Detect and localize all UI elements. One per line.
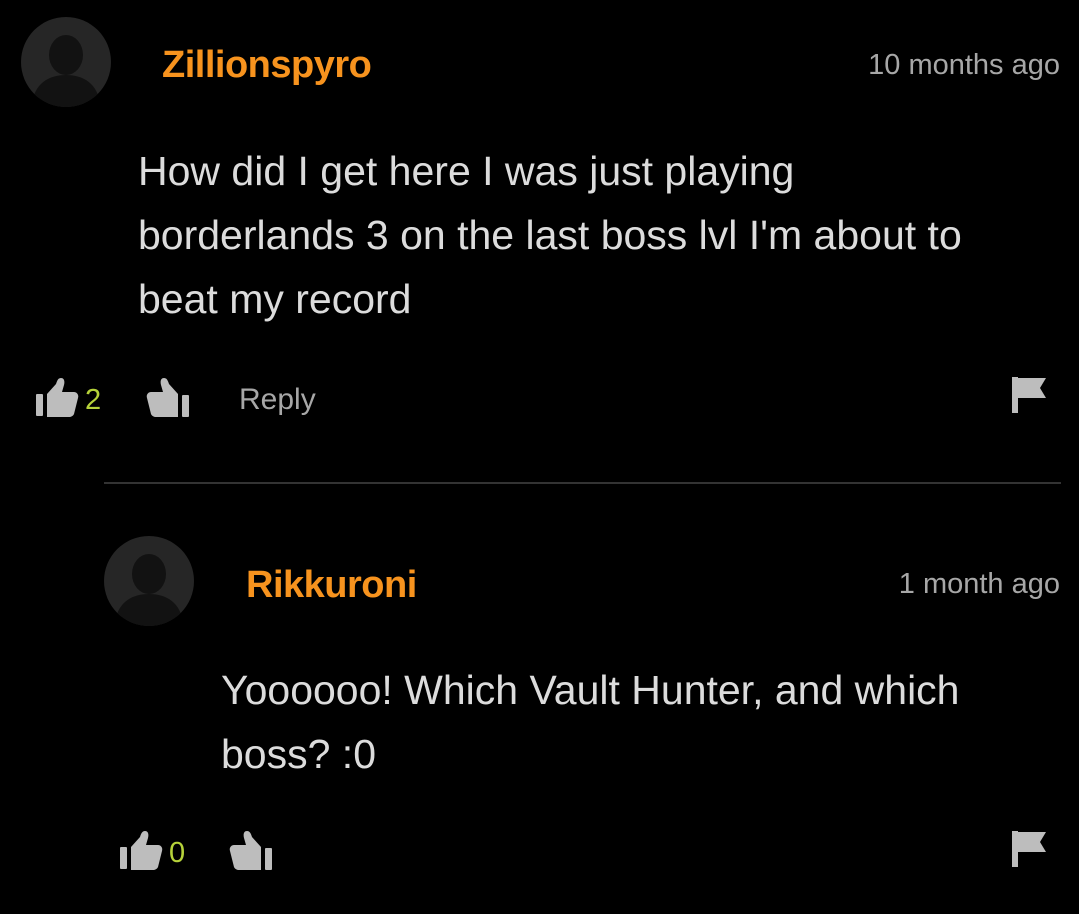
avatar[interactable] <box>104 536 194 626</box>
comment-body-line: How did I get here I was just playing <box>138 148 795 194</box>
flag-icon[interactable] <box>1011 376 1047 414</box>
avatar-silhouette-icon <box>114 554 184 626</box>
comment-body-line: Yoooooo! Which Vault Hunter, and which <box>221 667 960 713</box>
comment-body: How did I get here I was just playing bo… <box>138 139 962 331</box>
comment-actions: 0 <box>0 828 1079 878</box>
thumbs-down-icon[interactable] <box>229 830 273 872</box>
comment-body-line: beat my record <box>138 276 412 322</box>
comment-body: Yoooooo! Which Vault Hunter, and which b… <box>221 658 959 786</box>
username[interactable]: Rikkuroni <box>246 564 417 607</box>
thumbs-up-icon[interactable] <box>35 377 79 419</box>
flag-icon[interactable] <box>1011 830 1047 868</box>
avatar-silhouette-icon <box>31 35 101 107</box>
comment-actions: 2 Reply <box>0 375 1079 425</box>
reply-button[interactable]: Reply <box>239 383 316 417</box>
avatar[interactable] <box>21 17 111 107</box>
timestamp: 1 month ago <box>898 568 1060 600</box>
comment: Zillionspyro 10 months ago How did I get… <box>0 0 1079 480</box>
upvote-count: 0 <box>169 837 186 869</box>
upvote-count: 2 <box>85 384 102 416</box>
timestamp: 10 months ago <box>868 49 1060 81</box>
thumbs-down-icon[interactable] <box>146 377 190 419</box>
comment-body-line: boss? :0 <box>221 731 376 777</box>
username[interactable]: Zillionspyro <box>162 44 372 87</box>
comment-reply: Rikkuroni 1 month ago Yoooooo! Which Vau… <box>0 500 1079 914</box>
thumbs-up-icon[interactable] <box>119 830 163 872</box>
comment-body-line: borderlands 3 on the last boss lvl I'm a… <box>138 212 962 258</box>
comment-divider <box>104 482 1061 484</box>
